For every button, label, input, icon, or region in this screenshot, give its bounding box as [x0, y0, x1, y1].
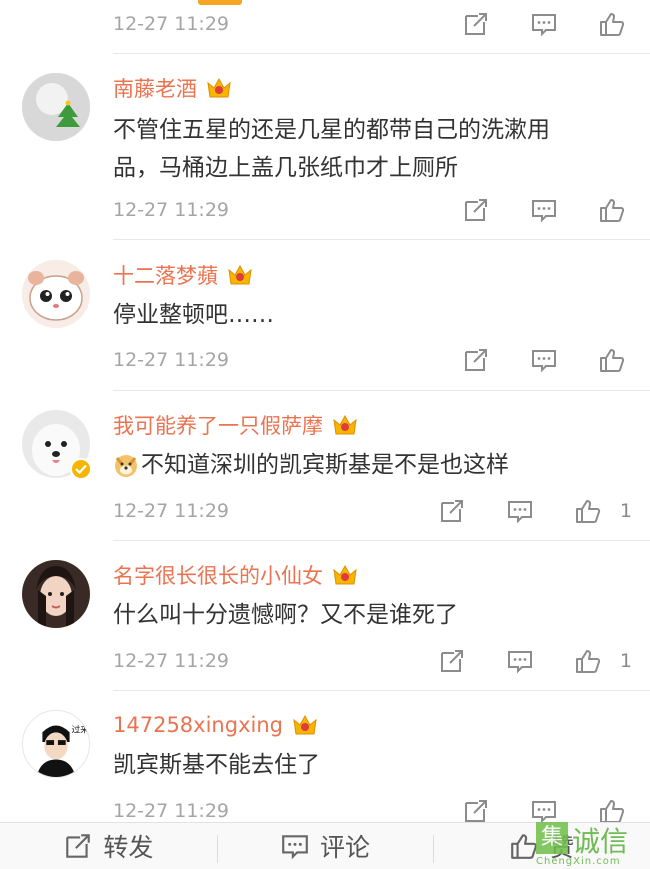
watermark-text: 诚信 — [572, 825, 629, 858]
vip-crown-icon — [228, 264, 252, 285]
vip-crown-icon — [333, 414, 357, 435]
vip-crown-icon — [333, 564, 357, 585]
like-icon[interactable] — [592, 9, 632, 39]
share-icon[interactable] — [456, 345, 496, 375]
share-icon[interactable] — [432, 496, 472, 526]
comment-line: 什么叫十分遗憾啊？又不是谁死了 — [113, 602, 458, 628]
comment-time: 12-27 11:29 — [113, 13, 230, 35]
comment-meta: 12-27 11:29 — [113, 345, 632, 375]
vip-crown-icon — [207, 77, 231, 98]
comment-button[interactable]: 评论 — [216, 823, 434, 869]
comment-meta: 12-27 11:29 1 — [113, 646, 632, 676]
comment-line: 品，马桶边上盖几张纸巾才上厕所 — [113, 155, 458, 181]
watermark-sub: ChengXin.com — [536, 856, 621, 867]
comment-line: 停业整顿吧…… — [113, 302, 274, 328]
comment-icon[interactable] — [500, 496, 540, 526]
repost-label: 转发 — [103, 833, 154, 862]
like-count: 1 — [619, 650, 632, 672]
like-icon[interactable] — [568, 496, 608, 526]
doge-emoji-icon — [115, 455, 137, 477]
svg-text:过来: 过来 — [72, 723, 89, 735]
like-icon[interactable] — [568, 646, 608, 676]
comment-line: 不知道深圳的凯宾斯基是不是也这样 — [141, 452, 509, 478]
watermark-logo: 集 诚信 ChengXin.com — [536, 820, 650, 869]
comment-time: 12-27 11:29 — [113, 650, 230, 672]
divider — [113, 390, 650, 391]
comment-time: 12-27 11:29 — [113, 500, 230, 522]
share-icon[interactable] — [456, 195, 496, 225]
like-icon[interactable] — [592, 195, 632, 225]
divider — [113, 690, 650, 691]
repost-icon — [66, 834, 91, 858]
share-icon[interactable] — [456, 9, 496, 39]
avatar[interactable] — [22, 560, 90, 628]
username[interactable]: 我可能养了一只假萨摩 — [113, 410, 323, 440]
like-icon[interactable] — [592, 345, 632, 375]
like-icon — [511, 834, 538, 859]
comment-meta: 12-27 11:29 — [113, 195, 632, 225]
comment-time: 12-27 11:29 — [113, 800, 230, 822]
username[interactable]: 南藤老酒 — [113, 73, 197, 103]
comment-text: 停业整顿吧…… — [113, 296, 633, 334]
scroll-indicator — [198, 0, 242, 5]
comment-text: 不知道深圳的凯宾斯基是不是也这样 — [113, 446, 633, 484]
username[interactable]: 名字很长很长的小仙女 — [113, 560, 323, 590]
divider — [113, 540, 650, 541]
comment-text: 不管住五星的还是几星的都带自己的洗漱用 品，马桶边上盖几张纸巾才上厕所 — [113, 111, 633, 187]
comment-meta: 12-27 11:29 — [113, 9, 632, 39]
avatar[interactable]: 过来 — [22, 710, 90, 778]
divider — [113, 239, 650, 240]
avatar[interactable] — [22, 73, 90, 141]
repost-button[interactable]: 转发 — [0, 823, 217, 869]
comment-icon[interactable] — [500, 646, 540, 676]
username[interactable]: 147258xingxing — [113, 713, 283, 737]
comment-icon[interactable] — [524, 345, 564, 375]
comment-meta: 12-27 11:29 1 — [113, 496, 632, 526]
like-count: 1 — [619, 500, 632, 522]
username[interactable]: 十二落梦蘋 — [113, 260, 218, 290]
avatar[interactable] — [22, 410, 92, 480]
comment-text: 凯宾斯基不能去住了 — [113, 746, 633, 784]
comment-line: 不管住五星的还是几星的都带自己的洗漱用 — [113, 117, 550, 143]
comment-line: 凯宾斯基不能去住了 — [113, 752, 320, 778]
share-icon[interactable] — [432, 646, 472, 676]
comment-time: 12-27 11:29 — [113, 199, 230, 221]
verified-badge-icon — [70, 458, 92, 480]
vip-crown-icon — [293, 714, 317, 735]
comment-text: 什么叫十分遗憾啊？又不是谁死了 — [113, 596, 633, 634]
comment-time: 12-27 11:29 — [113, 349, 230, 371]
comment-icon[interactable] — [524, 9, 564, 39]
divider — [113, 53, 650, 54]
comment-icon[interactable] — [524, 195, 564, 225]
watermark-mark: 集 — [536, 822, 568, 854]
comment-icon — [282, 835, 308, 860]
comment-label: 评论 — [320, 833, 371, 862]
avatar[interactable] — [22, 260, 90, 328]
